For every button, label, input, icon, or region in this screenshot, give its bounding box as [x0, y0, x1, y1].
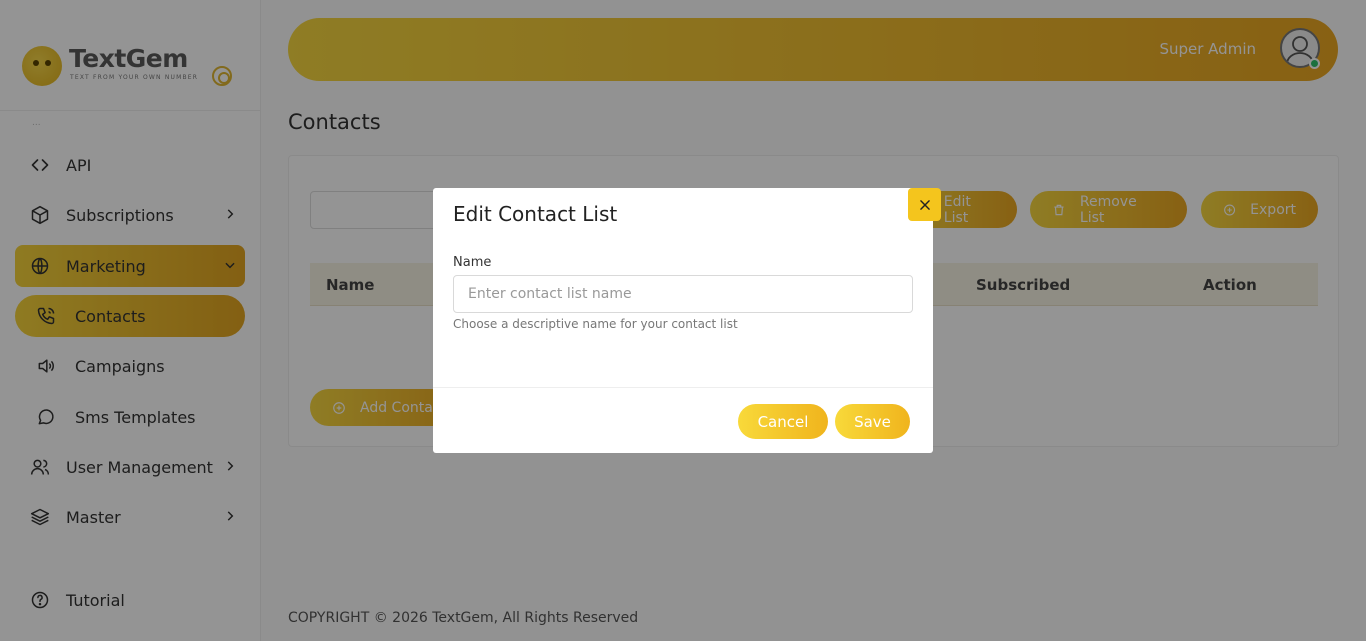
modal-footer: Cancel Save — [433, 387, 933, 453]
edit-contact-list-modal: Edit Contact List Name Choose a descript… — [433, 188, 941, 453]
modal-title: Edit Contact List — [453, 202, 618, 226]
close-icon — [919, 199, 930, 210]
modal-close-button[interactable] — [908, 188, 941, 221]
contact-list-name-input[interactable] — [453, 275, 913, 313]
name-field-help: Choose a descriptive name for your conta… — [453, 317, 738, 331]
cancel-button[interactable]: Cancel — [738, 404, 828, 439]
save-button[interactable]: Save — [835, 404, 910, 439]
name-field-label: Name — [453, 255, 492, 270]
